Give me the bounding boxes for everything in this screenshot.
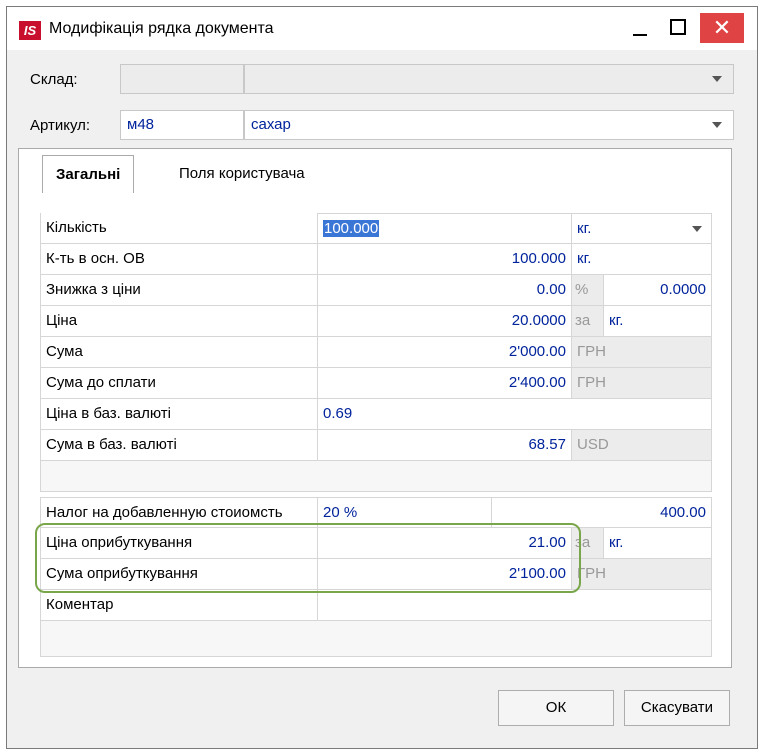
discount-extra-value[interactable]: 0.0000 — [604, 275, 712, 306]
grid-row-suma-do-splaty: Сума до сплати 2'400.00 ГРН — [40, 368, 712, 399]
grid-row-komentar: Коментар — [40, 590, 712, 621]
currency-label: ГРН — [572, 337, 712, 368]
vat-rate-field[interactable]: 20 % — [318, 497, 492, 528]
comment-input[interactable] — [318, 590, 712, 621]
minimize-button[interactable] — [619, 7, 659, 50]
base-quantity-value: 100.000 — [318, 244, 572, 275]
quantity-input[interactable]: 100.000 — [318, 213, 572, 244]
sklad-name-combo[interactable] — [244, 64, 734, 94]
percent-label: % — [572, 275, 604, 306]
row-label: Ціна оприбуткування — [40, 528, 318, 559]
row-label: Сума оприбуткування — [40, 559, 318, 590]
tab-user-fields[interactable]: Поля користувача — [166, 155, 318, 192]
grid-row-tsina: Ціна 20.0000 за кг. — [40, 306, 712, 337]
currency-label: ГРН — [572, 368, 712, 399]
chevron-down-icon[interactable] — [712, 122, 722, 128]
row-label: Сума до сплати — [40, 368, 318, 399]
close-button[interactable]: ✕ — [700, 13, 744, 43]
currency-label: USD — [572, 430, 712, 461]
artikul-code-field[interactable]: м48 — [120, 110, 244, 140]
chevron-down-icon[interactable] — [712, 76, 722, 82]
grid-row-suma-opryb: Сума оприбуткування 2'100.00 ГРН — [40, 559, 712, 590]
unit-combo[interactable]: кг. — [572, 213, 712, 244]
grid-spacer-row — [40, 461, 712, 492]
receipt-unit-field[interactable]: кг. — [604, 528, 712, 559]
sum-input[interactable]: 2'000.00 — [318, 337, 572, 368]
row-label: Кількість — [40, 213, 318, 244]
grid-row-suma: Сума 2'000.00 ГРН — [40, 337, 712, 368]
grid-row-znyzhka: Знижка з ціни 0.00 % 0.0000 — [40, 275, 712, 306]
artikul-label: Артикул: — [30, 117, 91, 134]
base-unit-value: кг. — [572, 244, 712, 275]
empty-cell — [40, 621, 712, 657]
window-title: Модифікація рядка документа — [49, 20, 274, 37]
chevron-down-icon[interactable] — [692, 226, 702, 232]
row-label: Коментар — [40, 590, 318, 621]
grid-row-tsina-opryb: Ціна оприбуткування 21.00 за кг. — [40, 528, 712, 559]
row-label: К-ть в осн. ОВ — [40, 244, 318, 275]
row-label: Налог на добавленную стоиомсть — [40, 497, 318, 528]
maximize-button[interactable] — [659, 7, 699, 50]
grid-row-kt-osn: К-ть в осн. ОВ 100.000 кг. — [40, 244, 712, 275]
maximize-icon — [670, 19, 686, 35]
app-logo-icon: IS — [19, 21, 41, 40]
row-label: Знижка з ціни — [40, 275, 318, 306]
receipt-sum-input[interactable]: 2'100.00 — [318, 559, 572, 590]
grid-row-nalog: Налог на добавленную стоиомсть 20 % 400.… — [40, 497, 712, 528]
price-input[interactable]: 20.0000 — [318, 306, 572, 337]
sum-to-pay-input[interactable]: 2'400.00 — [318, 368, 572, 399]
grid-row-kilkist: Кількість 100.000 кг. — [40, 213, 712, 244]
per-label: за — [572, 528, 604, 559]
currency-label: ГРН — [572, 559, 712, 590]
row-label: Ціна в баз. валюті — [40, 399, 318, 430]
receipt-price-input[interactable]: 21.00 — [318, 528, 572, 559]
spacer-cell — [40, 461, 712, 492]
close-icon: ✕ — [712, 15, 732, 40]
grid-empty-area — [40, 621, 712, 657]
sklad-code-field[interactable] — [120, 64, 244, 94]
title-bar: IS Модифікація рядка документа ✕ — [7, 7, 757, 50]
row-label: Сума в баз. валюті — [40, 430, 318, 461]
base-currency-sum-input[interactable]: 68.57 — [318, 430, 572, 461]
row-label: Ціна — [40, 306, 318, 337]
price-unit-field[interactable]: кг. — [604, 306, 712, 337]
sklad-label: Склад: — [30, 71, 78, 88]
ok-button[interactable]: ОК — [498, 690, 614, 726]
cancel-button[interactable]: Скасувати — [624, 690, 730, 726]
row-label: Сума — [40, 337, 318, 368]
grid-row-suma-baz: Сума в баз. валюті 68.57 USD — [40, 430, 712, 461]
minimize-icon — [633, 34, 647, 36]
vat-amount-field[interactable]: 400.00 — [492, 497, 712, 528]
artikul-name-combo[interactable]: сахар — [244, 110, 734, 140]
discount-input[interactable]: 0.00 — [318, 275, 572, 306]
tab-general[interactable]: Загальні — [42, 155, 135, 193]
base-currency-price-input[interactable]: 0.69 — [318, 399, 712, 430]
grid-row-tsina-baz: Ціна в баз. валюті 0.69 — [40, 399, 712, 430]
per-label: за — [572, 306, 604, 337]
